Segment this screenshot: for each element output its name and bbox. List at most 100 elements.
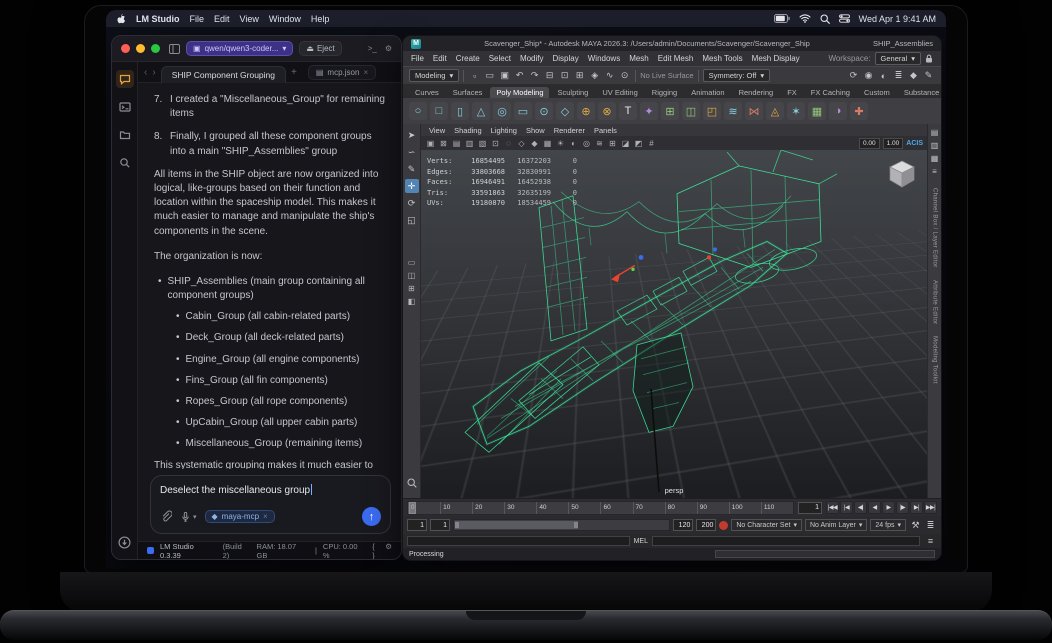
step-forward-key-button[interactable]: |▶ — [896, 501, 909, 514]
type-tool-icon[interactable]: T — [619, 102, 637, 120]
move-tool[interactable]: ✛ — [404, 179, 419, 193]
timeline-tick[interactable]: 80 — [664, 501, 697, 514]
current-time-indicator[interactable] — [409, 501, 416, 514]
poly-cone-icon[interactable]: △ — [472, 102, 490, 120]
separate-icon[interactable]: ◫ — [682, 102, 700, 120]
select-tool[interactable]: ➤ — [405, 128, 419, 142]
battery-icon[interactable] — [773, 14, 790, 23]
snap-to-grid-icon[interactable]: ◈ — [588, 69, 601, 82]
shelf-tab[interactable]: FX Caching — [805, 87, 856, 98]
sidebar-toggle-icon[interactable] — [169, 43, 180, 54]
character-set-selector[interactable]: No Character Set ▾ — [731, 519, 802, 531]
new-tab-button[interactable]: + — [291, 67, 297, 78]
wireframe-icon[interactable]: ◇ — [516, 139, 527, 148]
combine-icon[interactable]: ⊞ — [661, 102, 679, 120]
panel-menu-item[interactable]: View — [429, 126, 445, 135]
workspace-selector[interactable]: General ▾ — [874, 52, 921, 65]
exposure-field[interactable]: 0.00 — [858, 137, 880, 149]
channel-box-icon[interactable]: ▤ — [931, 128, 939, 137]
menubar-menu-item[interactable]: View — [240, 14, 259, 24]
model-selector[interactable]: ▣ qwen/qwen3-coder... ▾ — [186, 41, 294, 56]
select-by-object-icon[interactable]: ⊡ — [558, 69, 571, 82]
panel-menu-item[interactable]: Renderer — [554, 126, 585, 135]
step-back-frame-button[interactable]: |◀ — [840, 501, 853, 514]
playback-start-field[interactable]: 1 — [430, 519, 450, 531]
shelf-tab[interactable]: Sculpting — [551, 87, 594, 98]
sidebar-item-developer[interactable] — [116, 98, 134, 116]
nav-forward-icon[interactable]: › — [152, 67, 155, 78]
dock-tab[interactable]: Modeling Toolkit — [932, 336, 938, 384]
oversampling-icon[interactable]: ◌ — [503, 139, 514, 148]
select-camera-icon[interactable]: ▣ — [425, 139, 436, 148]
two-d-pan-zoom-icon[interactable]: ⊡ — [490, 139, 501, 148]
mel-toggle[interactable]: MEL — [634, 538, 648, 545]
snap-to-point-icon[interactable]: ⊙ — [618, 69, 631, 82]
platonic-solid-icon[interactable]: ◇ — [556, 102, 574, 120]
lock-camera-icon[interactable]: ⊠ — [438, 139, 449, 148]
menubar-app-name[interactable]: LM Studio — [136, 14, 180, 24]
layout-persp-outliner-button[interactable]: ◧ — [405, 296, 418, 306]
sidebar-item-my-models[interactable] — [116, 126, 134, 144]
sidebar-item-chat[interactable] — [115, 70, 134, 88]
range-end-handle[interactable] — [573, 522, 578, 528]
timeline-tick[interactable]: 10 — [440, 501, 472, 514]
maya-menu-item[interactable]: Create — [456, 54, 480, 63]
poly-plane-icon[interactable]: ▭ — [514, 102, 532, 120]
poly-sphere-icon[interactable]: ○ — [409, 102, 427, 120]
maya-menu-item[interactable]: Windows — [588, 54, 620, 63]
ipr-render-icon[interactable]: ◐ — [877, 69, 890, 82]
rotate-tool[interactable]: ⟳ — [405, 196, 419, 210]
paint-select-tool[interactable]: ✎ — [405, 162, 419, 176]
gamma-field[interactable]: 1.00 — [882, 137, 904, 149]
poly-cylinder-icon[interactable]: ▯ — [451, 102, 469, 120]
perspective-viewport[interactable]: View Shading Lighting Show Renderer Panels ▣ ⊠… — [421, 124, 927, 498]
quad-draw-icon[interactable]: ▦ — [808, 102, 826, 120]
chat-composer[interactable]: Deselect the miscellaneous group ▾ ◆ may… — [150, 475, 391, 534]
bookmarks-icon[interactable]: ▥ — [464, 139, 475, 148]
construction-history-icon[interactable]: ⟳ — [847, 69, 860, 82]
menubar-menu-item[interactable]: Window — [269, 14, 301, 24]
timeline-tick[interactable]: 60 — [600, 501, 632, 514]
eject-model-button[interactable]: ⏏ Eject — [299, 41, 342, 56]
maya-menu-item[interactable]: Mesh — [629, 54, 649, 63]
shelf-tab[interactable]: Substance — [898, 87, 941, 98]
panel-menu-item[interactable]: Shading — [454, 126, 482, 135]
timeline-tick[interactable]: 70 — [632, 501, 665, 514]
maya-menu-item[interactable]: Select — [489, 54, 511, 63]
maya-menu-item[interactable]: Edit Mesh — [658, 54, 694, 63]
view-cube[interactable] — [887, 158, 917, 188]
grid-toggle-icon[interactable]: # — [646, 139, 657, 148]
shelf-tab[interactable]: Rigging — [646, 87, 683, 98]
lock-workspace-icon[interactable] — [925, 54, 933, 63]
nav-back-icon[interactable]: ‹ — [144, 67, 147, 78]
target-weld-icon[interactable]: ✶ — [787, 102, 805, 120]
maya-menu-item[interactable]: Modify — [520, 54, 544, 63]
ambient-occlusion-icon[interactable]: ◎ — [581, 139, 592, 148]
send-message-button[interactable]: ↑ — [362, 507, 381, 526]
shelf-tab[interactable]: UV Editing — [596, 87, 643, 98]
scale-tool[interactable]: ◱ — [405, 213, 419, 227]
timeline-tick[interactable]: 90 — [696, 501, 729, 514]
timeline-tick[interactable]: 110 — [760, 501, 793, 514]
poly-cube-icon[interactable]: □ — [430, 102, 448, 120]
poly-disc-icon[interactable]: ⊙ — [535, 102, 553, 120]
timeline-tick[interactable]: 50 — [568, 501, 600, 514]
image-plane-icon[interactable]: ▧ — [477, 139, 488, 148]
anti-aliasing-icon[interactable]: ⊞ — [607, 139, 618, 148]
bevel-icon[interactable]: ≋ — [724, 102, 742, 120]
extrude-icon[interactable]: ◰ — [703, 102, 721, 120]
textured-icon[interactable]: ▦ — [542, 139, 553, 148]
voice-input-button[interactable]: ▾ — [180, 511, 197, 523]
mcp-plugin-chip[interactable]: ◆ maya-mcp × — [204, 510, 275, 523]
shelf-tab-poly-modeling[interactable]: Poly Modeling — [490, 87, 550, 98]
dock-tab[interactable]: Attribute Editor — [932, 280, 938, 325]
attach-file-icon[interactable] — [160, 510, 172, 523]
bridge-icon[interactable]: ⋈ — [745, 102, 763, 120]
smooth-icon[interactable]: ✚ — [850, 102, 868, 120]
dock-tab[interactable]: Channel Box / Layer Editor — [932, 188, 938, 268]
open-scene-icon[interactable]: ▭ — [483, 69, 496, 82]
menubar-menu-item[interactable]: Edit — [214, 14, 230, 24]
boolean-difference-icon[interactable]: ⊗ — [598, 102, 616, 120]
shaded-icon[interactable]: ◆ — [529, 139, 540, 148]
zoom-window-button[interactable] — [151, 44, 160, 53]
